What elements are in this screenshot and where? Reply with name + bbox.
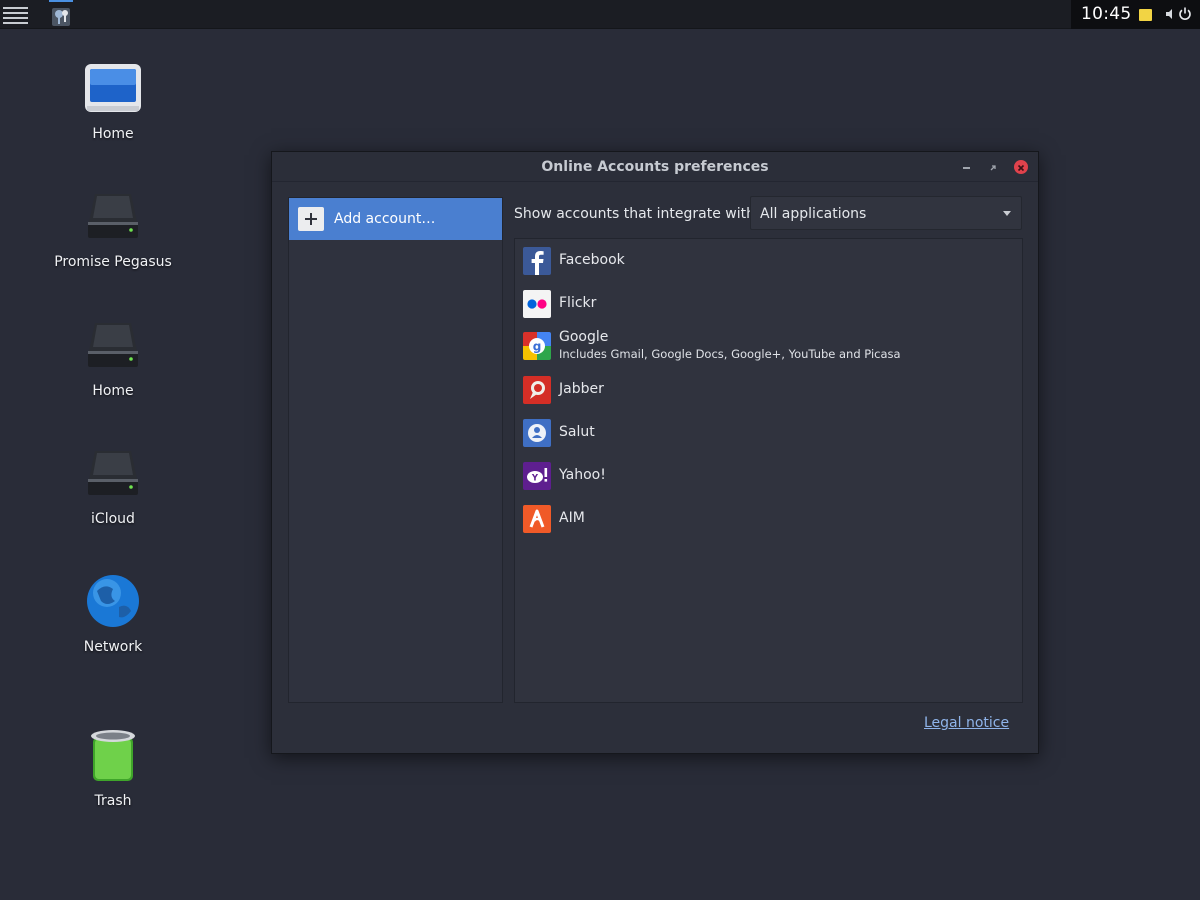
- application-filter-dropdown[interactable]: All applications: [750, 196, 1022, 230]
- yahoo-icon: Y: [523, 462, 551, 490]
- provider-name: Google: [559, 329, 609, 345]
- legal-notice-link[interactable]: Legal notice: [924, 715, 1009, 731]
- close-button[interactable]: [1014, 160, 1028, 174]
- provider-name: Facebook: [559, 252, 625, 268]
- desktop-icon-label: Home: [92, 126, 134, 142]
- desktop-icon-trash[interactable]: Trash: [43, 727, 183, 809]
- drive-icon: [83, 188, 143, 248]
- desktop-icon-network[interactable]: Network: [43, 573, 183, 655]
- facebook-icon: [523, 247, 551, 275]
- system-tray: 10:45: [1071, 0, 1200, 29]
- provider-jabber[interactable]: Jabber: [523, 375, 1013, 407]
- provider-name: AIM: [559, 510, 585, 526]
- plus-icon: [298, 207, 324, 231]
- maximize-icon: [990, 165, 996, 171]
- provider-flickr[interactable]: Flickr: [523, 289, 1013, 321]
- jabber-icon: [523, 376, 551, 404]
- provider-name: Salut: [559, 424, 595, 440]
- flickr-icon: [523, 290, 551, 318]
- provider-name: Flickr: [559, 295, 597, 311]
- clock[interactable]: 10:45: [1081, 4, 1132, 24]
- provider-salut[interactable]: Salut: [523, 418, 1013, 450]
- accounts-sidebar: Add account…: [288, 197, 503, 703]
- dialog-title: Online Accounts preferences: [541, 159, 769, 175]
- provider-google[interactable]: g Google Includes Gmail, Google Docs, Go…: [523, 329, 1013, 363]
- dialog-titlebar[interactable]: Online Accounts preferences: [272, 152, 1038, 182]
- close-icon: [1017, 164, 1025, 172]
- desktop-icon-home[interactable]: Home: [43, 60, 183, 142]
- desktop-icon-promise-pegasus[interactable]: Promise Pegasus: [43, 188, 183, 270]
- volume-icon[interactable]: [1166, 9, 1176, 19]
- online-accounts-dialog: Online Accounts preferences Add account……: [271, 151, 1039, 754]
- trash-icon: [83, 727, 143, 787]
- desktop-icon-label: iCloud: [91, 511, 135, 527]
- monitor-icon: [83, 60, 143, 120]
- add-account-label: Add account…: [334, 211, 436, 227]
- notes-icon[interactable]: [1139, 9, 1152, 21]
- provider-list: Facebook Flickr g Google Includes Gmail,…: [514, 238, 1023, 703]
- menu-icon[interactable]: [3, 4, 30, 25]
- desktop-icon-label: Home: [92, 383, 134, 399]
- aim-icon: [523, 505, 551, 533]
- desktop-icon-label: Network: [83, 639, 143, 655]
- svg-text:Y: Y: [531, 474, 539, 484]
- desktop-icon-label: Trash: [94, 793, 132, 809]
- maximize-button[interactable]: [987, 160, 1001, 174]
- salut-icon: [523, 419, 551, 447]
- provider-subtitle: Includes Gmail, Google Docs, Google+, Yo…: [559, 347, 901, 361]
- keys-app-icon[interactable]: [49, 0, 73, 28]
- add-account-button[interactable]: Add account…: [289, 198, 502, 240]
- chevron-down-icon: [1003, 211, 1011, 216]
- provider-yahoo[interactable]: Y Yahoo!: [523, 461, 1013, 493]
- filter-value: All applications: [760, 206, 867, 222]
- google-icon: g: [523, 332, 551, 360]
- filter-label: Show accounts that integrate with:: [514, 206, 760, 222]
- drive-icon: [83, 445, 143, 505]
- desktop-icon-home-drive[interactable]: Home: [43, 317, 183, 399]
- provider-name: Jabber: [559, 381, 604, 397]
- desktop-icon-icloud[interactable]: iCloud: [43, 445, 183, 527]
- top-panel: 10:45: [0, 0, 1200, 29]
- globe-icon: [83, 573, 143, 633]
- provider-aim[interactable]: AIM: [523, 504, 1013, 536]
- svg-text:g: g: [533, 340, 542, 354]
- provider-facebook[interactable]: Facebook: [523, 246, 1013, 278]
- power-icon[interactable]: [1178, 7, 1192, 21]
- minimize-button[interactable]: [960, 160, 974, 174]
- drive-icon: [83, 317, 143, 377]
- desktop-icon-label: Promise Pegasus: [54, 254, 172, 270]
- provider-name: Yahoo!: [559, 467, 606, 483]
